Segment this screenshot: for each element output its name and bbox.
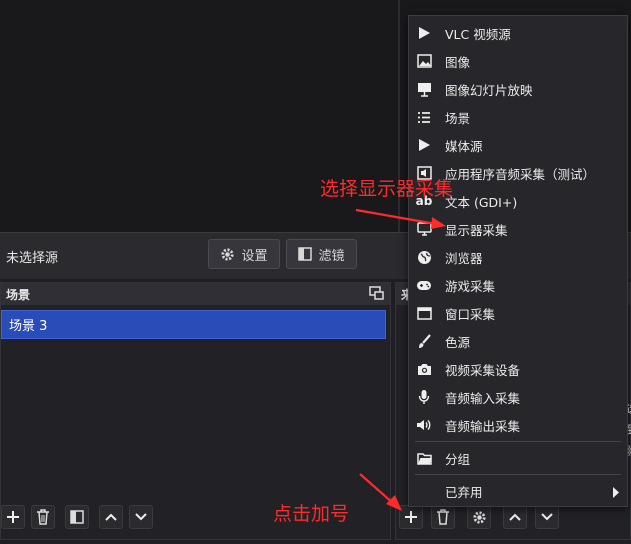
menu-item-label: 应用程序音频采集（测试） bbox=[445, 166, 596, 182]
chevron-down-icon bbox=[541, 513, 553, 521]
trash-icon bbox=[37, 509, 49, 525]
gamepad-icon bbox=[416, 277, 432, 293]
menu-item-image-slideshow[interactable]: 图像幻灯片放映 bbox=[409, 75, 627, 103]
menu-separator bbox=[415, 474, 621, 475]
menu-item-label: 窗口采集 bbox=[445, 306, 496, 322]
menu-item-vlc-source[interactable]: VLC 视频源 bbox=[409, 19, 627, 47]
filter-icon bbox=[70, 510, 84, 524]
menu-item-media-source[interactable]: 媒体源 bbox=[409, 131, 627, 159]
menu-item-deprecated[interactable]: 已弃用 bbox=[409, 477, 627, 505]
move-scene-up-button[interactable] bbox=[99, 505, 123, 529]
scenes-panel-buttons bbox=[1, 505, 153, 529]
menu-item-label: 图像幻灯片放映 bbox=[445, 82, 533, 98]
folder-icon bbox=[416, 450, 432, 466]
sources-panel-buttons bbox=[399, 505, 559, 529]
gear-icon bbox=[220, 247, 235, 262]
menu-item-color-source[interactable]: 色源 bbox=[409, 327, 627, 355]
menu-item-group[interactable]: 分组 bbox=[409, 444, 627, 472]
settings-button[interactable]: 设置 bbox=[208, 239, 280, 269]
annotation-select-display: 选择显示器采集 bbox=[320, 178, 454, 200]
menu-item-audio-input-capture[interactable]: 音频输入采集 bbox=[409, 383, 627, 411]
undock-icon[interactable] bbox=[369, 286, 384, 304]
scene-list-item[interactable]: 场景 3 bbox=[1, 310, 386, 339]
list-icon bbox=[416, 109, 432, 125]
menu-item-game-capture[interactable]: 游戏采集 bbox=[409, 271, 627, 299]
menu-item-label: 音频输入采集 bbox=[445, 390, 521, 406]
no-source-label: 未选择源 bbox=[6, 251, 59, 266]
menu-item-label: 媒体源 bbox=[445, 138, 483, 154]
menu-item-window-capture[interactable]: 窗口采集 bbox=[409, 299, 627, 327]
menu-item-browser[interactable]: 浏览器 bbox=[409, 243, 627, 271]
source-properties-button[interactable] bbox=[467, 505, 491, 529]
menu-item-label: 文本 (GDI+) bbox=[445, 194, 518, 210]
chevron-down-icon bbox=[135, 513, 147, 521]
play-icon bbox=[416, 25, 432, 41]
menu-separator bbox=[415, 441, 621, 442]
camera-icon bbox=[416, 361, 432, 377]
filters-label: 滤镜 bbox=[318, 248, 345, 264]
globe-icon bbox=[416, 249, 432, 265]
chevron-up-icon bbox=[509, 513, 521, 521]
menu-item-label: 图像 bbox=[445, 54, 471, 70]
annotation-arrow-icon bbox=[355, 208, 446, 229]
plus-icon bbox=[7, 511, 19, 523]
window-icon bbox=[416, 305, 432, 321]
image-icon bbox=[416, 53, 432, 69]
scene-item-label: 场景 3 bbox=[9, 319, 48, 334]
submenu-arrow-icon bbox=[612, 486, 619, 501]
filter-icon bbox=[298, 247, 313, 261]
scene-filters-button[interactable] bbox=[65, 505, 89, 529]
menu-item-label: 场景 bbox=[445, 110, 471, 126]
annotation-click-plus: 点击加号 bbox=[273, 503, 350, 525]
settings-label: 设置 bbox=[241, 248, 268, 264]
chevron-up-icon bbox=[105, 513, 117, 521]
menu-item-audio-output-capture[interactable]: 音频输出采集 bbox=[409, 411, 627, 439]
scenes-panel-header: 场景 bbox=[1, 283, 390, 305]
menu-item-label: VLC 视频源 bbox=[445, 26, 511, 42]
move-scene-down-button[interactable] bbox=[129, 505, 153, 529]
menu-item-label: 视频采集设备 bbox=[445, 362, 521, 378]
menu-item-label: 浏览器 bbox=[445, 250, 483, 266]
move-source-down-button[interactable] bbox=[535, 505, 559, 529]
trash-icon bbox=[437, 509, 449, 525]
menu-item-label: 色源 bbox=[445, 334, 471, 350]
menu-item-label: 已弃用 bbox=[445, 484, 483, 500]
menu-item-image[interactable]: 图像 bbox=[409, 47, 627, 75]
menu-item-label: 游戏采集 bbox=[445, 278, 496, 294]
slideshow-icon bbox=[416, 81, 432, 97]
remove-scene-button[interactable] bbox=[31, 505, 55, 529]
annotation-arrow-icon bbox=[359, 473, 402, 511]
gear-icon bbox=[472, 510, 486, 524]
move-source-up-button[interactable] bbox=[503, 505, 527, 529]
scenes-panel-title: 场景 bbox=[6, 287, 31, 302]
speaker-icon bbox=[416, 417, 432, 433]
menu-item-label: 音频输出采集 bbox=[445, 418, 521, 434]
filters-button[interactable]: 滤镜 bbox=[286, 239, 357, 269]
play-icon bbox=[416, 137, 432, 153]
add-scene-button[interactable] bbox=[1, 505, 25, 529]
menu-item-video-capture-device[interactable]: 视频采集设备 bbox=[409, 355, 627, 383]
microphone-icon bbox=[416, 389, 432, 405]
menu-item-label: 显示器采集 bbox=[445, 222, 508, 238]
brush-icon bbox=[416, 333, 432, 349]
menu-item-label: 分组 bbox=[445, 451, 471, 467]
remove-source-button[interactable] bbox=[431, 505, 455, 529]
add-source-menu: VLC 视频源 图像 图像幻灯片放映 场景 媒体源 应用程序音频采集（测试） a… bbox=[408, 15, 628, 507]
menu-item-scene[interactable]: 场景 bbox=[409, 103, 627, 131]
